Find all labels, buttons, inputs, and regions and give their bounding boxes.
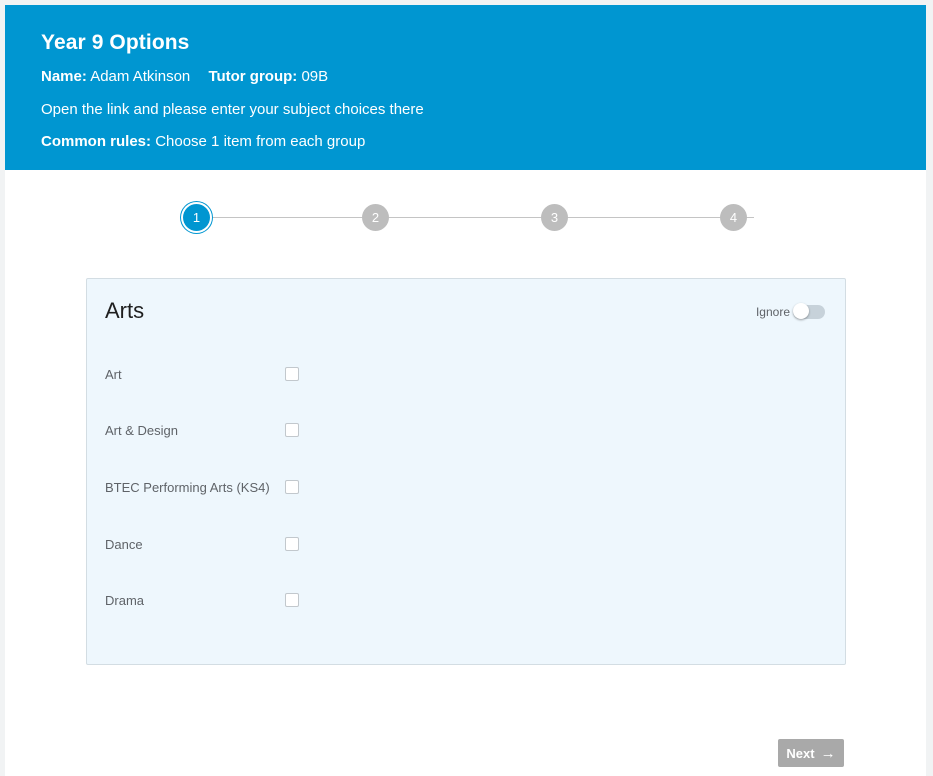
toggle-knob	[793, 303, 809, 319]
step-4[interactable]: 4	[720, 204, 747, 231]
option-row: BTEC Performing Arts (KS4)	[105, 478, 405, 498]
step-3[interactable]: 3	[541, 204, 568, 231]
header-banner: Year 9 Options Name: Adam Atkinson Tutor…	[5, 5, 926, 170]
name-value: Adam Atkinson	[90, 68, 191, 85]
stepper-track	[201, 217, 754, 218]
option-row: Dance	[105, 535, 405, 555]
option-row: Drama	[105, 591, 405, 611]
option-label: Art & Design	[105, 423, 178, 438]
option-checkbox-btec-performing-arts[interactable]	[285, 480, 299, 494]
stepper: 1 2 3 4	[5, 200, 926, 236]
student-info: Name: Adam Atkinson Tutor group: 09B	[41, 68, 328, 85]
rules-label: Common rules:	[41, 133, 152, 150]
tutor-group-value: 09B	[301, 68, 329, 85]
option-row: Art	[105, 365, 405, 385]
arrow-right-icon: →	[820, 744, 836, 762]
common-rules: Common rules: Choose 1 item from each gr…	[41, 133, 365, 150]
ignore-control: Ignore	[756, 303, 825, 321]
page-title: Year 9 Options	[41, 31, 190, 54]
rules-value: Choose 1 item from each group	[155, 133, 366, 150]
subject-group-card: Arts Ignore Art Art & Design BTEC Perfor…	[86, 278, 846, 665]
option-label: Drama	[105, 593, 145, 608]
option-row: Art & Design	[105, 421, 405, 441]
next-label: Next	[786, 745, 815, 761]
ignore-toggle[interactable]	[793, 303, 825, 319]
page: Year 9 Options Name: Adam Atkinson Tutor…	[5, 5, 926, 776]
group-title: Arts	[105, 298, 145, 323]
step-1[interactable]: 1	[183, 204, 210, 231]
option-checkbox-dance[interactable]	[285, 537, 299, 551]
step-2[interactable]: 2	[362, 204, 389, 231]
next-button[interactable]: Next →	[778, 739, 844, 767]
option-label: BTEC Performing Arts (KS4)	[105, 480, 270, 495]
tutor-group-label: Tutor group:	[208, 68, 298, 85]
option-label: Art	[105, 367, 122, 382]
option-checkbox-art[interactable]	[285, 367, 299, 381]
instruction-text: Open the link and please enter your subj…	[41, 101, 424, 118]
option-checkbox-art-design[interactable]	[285, 423, 299, 437]
option-checkbox-drama[interactable]	[285, 593, 299, 607]
option-label: Dance	[105, 537, 143, 552]
name-label: Name:	[41, 68, 87, 85]
ignore-label: Ignore	[755, 305, 790, 319]
